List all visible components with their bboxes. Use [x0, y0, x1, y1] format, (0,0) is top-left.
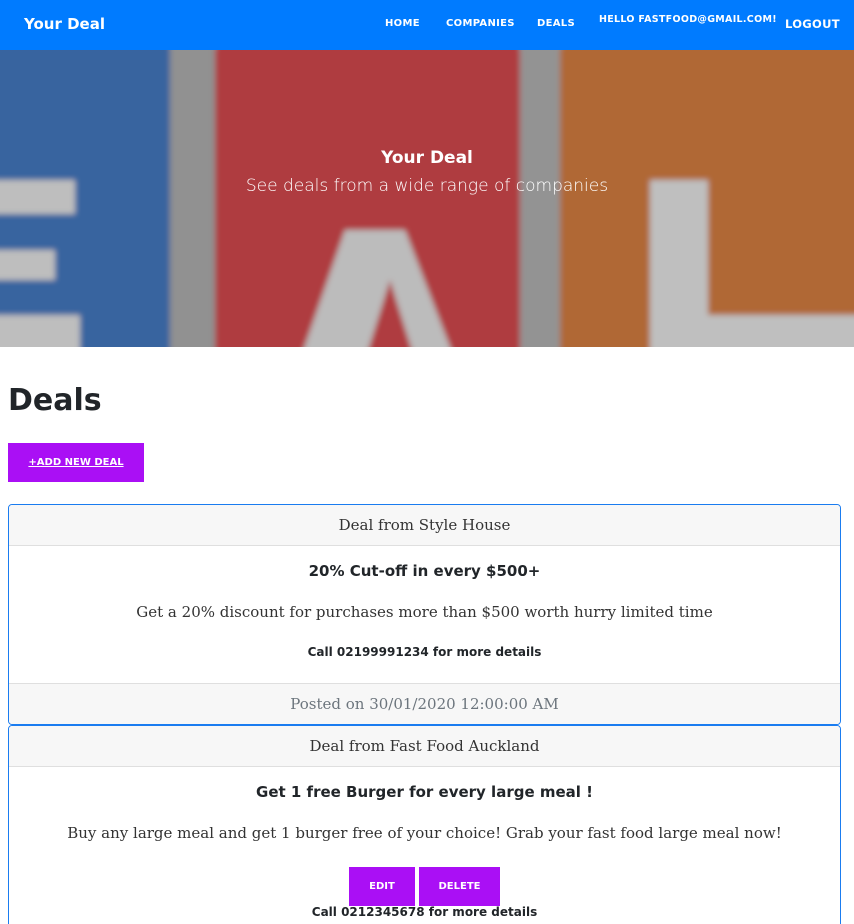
nav-deals-link[interactable]: DEALS [537, 18, 575, 29]
deal-actions: EDIT DELETE [9, 867, 840, 906]
hero-title: Your Deal [381, 148, 473, 168]
deal-posted-date: Posted on 30/01/2020 12:00:00 AM [9, 683, 840, 724]
deal-description: Get a 20% discount for purchases more th… [136, 603, 713, 621]
navbar: Your Deal HOME COMPANIES DEALS HELLO FAS… [0, 0, 854, 50]
nav-companies-link[interactable]: COMPANIES [446, 18, 515, 29]
deal-contact: Call 02199991234 for more details [307, 645, 542, 659]
deal-card-header: Deal from Fast Food Auckland [9, 726, 840, 767]
edit-deal-button[interactable]: EDIT [349, 867, 415, 906]
hero-overlay [0, 50, 854, 347]
hero-banner: Your Deal See deals from a wide range of… [0, 50, 854, 347]
hero-subtitle: See deals from a wide range of companies [245, 176, 609, 196]
deal-description: Buy any large meal and get 1 burger free… [67, 824, 782, 842]
deal-title: 20% Cut-off in every $500+ [308, 562, 541, 580]
delete-deal-button[interactable]: DELETE [419, 867, 500, 906]
nav-logout-link[interactable]: LOGOUT [785, 17, 840, 31]
page-title: Deals [8, 383, 102, 418]
brand-logo-link[interactable]: Your Deal [24, 15, 105, 33]
deal-title: Get 1 free Burger for every large meal ! [256, 783, 593, 801]
deal-card: Deal from Style House 20% Cut-off in eve… [8, 504, 841, 725]
add-new-deal-button[interactable]: +ADD NEW DEAL [8, 443, 144, 482]
deal-contact: Call 0212345678 for more details [311, 905, 538, 919]
deal-card-header: Deal from Style House [9, 505, 840, 546]
nav-home-link[interactable]: HOME [385, 18, 420, 29]
deal-card: Deal from Fast Food Auckland Get 1 free … [8, 725, 841, 924]
nav-user-greeting-link[interactable]: HELLO FASTFOOD@GMAIL.COM! [599, 14, 777, 25]
